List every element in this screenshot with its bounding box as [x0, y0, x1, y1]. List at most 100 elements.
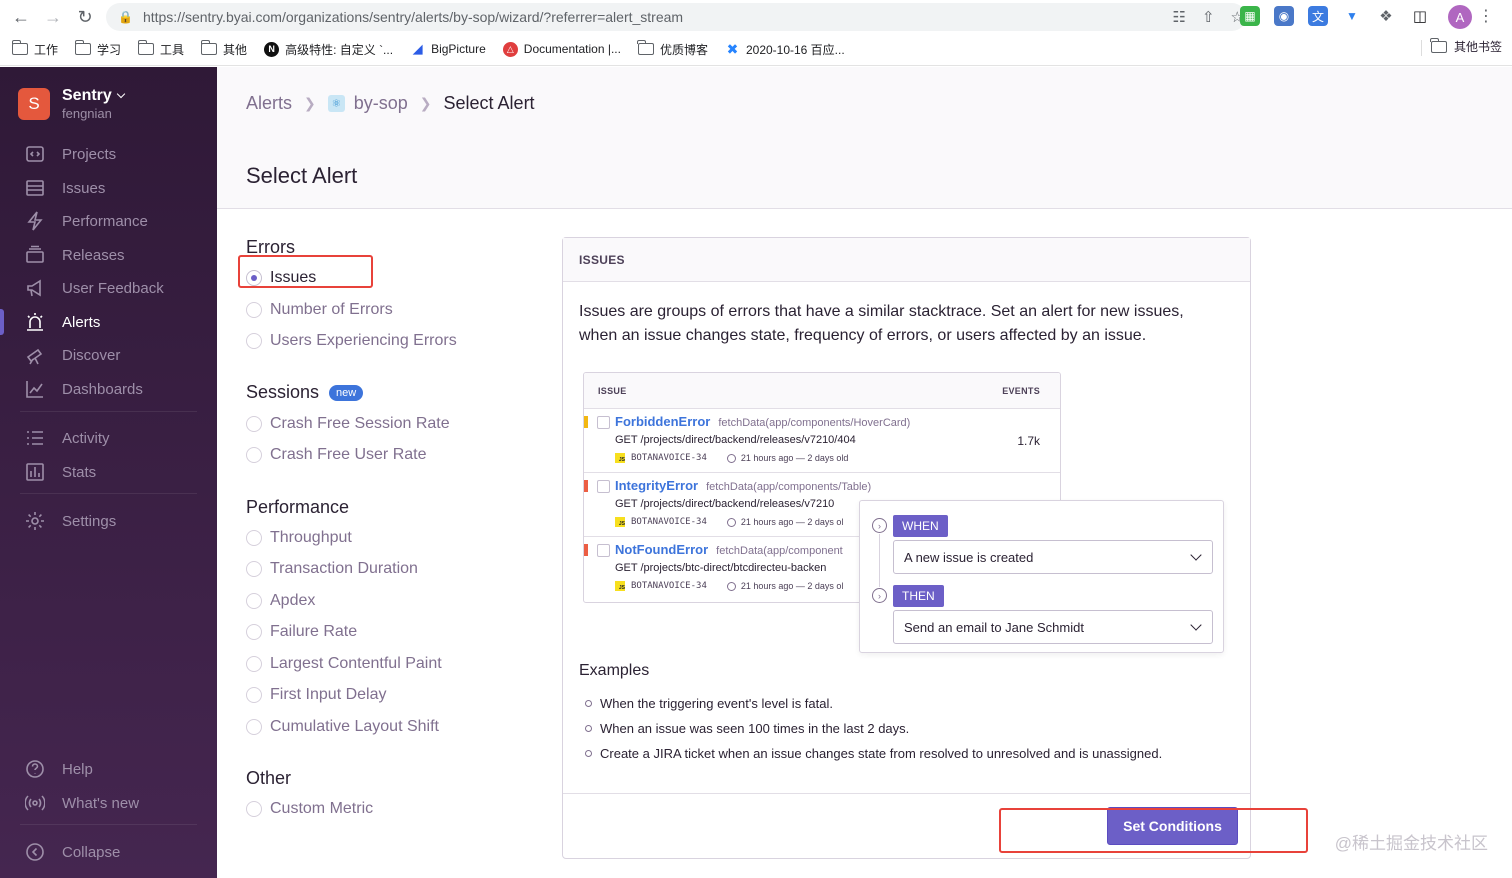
radio-first-input-delay[interactable]: First Input Delay — [246, 686, 386, 704]
sidebar-item-activity[interactable]: Activity — [0, 421, 217, 455]
list-item: Create a JIRA ticket when an issue chang… — [585, 741, 1162, 766]
chrome-menu-icon[interactable]: ⋮ — [1478, 6, 1494, 26]
collapse-icon — [24, 841, 46, 863]
issue-age: 21 hours ago — 2 days ol — [740, 581, 844, 591]
row-checkbox — [597, 480, 610, 493]
org-avatar: S — [18, 88, 50, 120]
breadcrumb-current: Select Alert — [443, 93, 535, 113]
sidebar-whats-new[interactable]: What's new — [0, 786, 217, 820]
url-host: https://sentry.byai.com — [142, 9, 282, 25]
lock-icon: 🔒 — [118, 10, 133, 24]
sidebar-item-dashboards[interactable]: Dashboards — [0, 372, 217, 406]
bookmark-item[interactable]: ✖ 2020-10-16 百应... — [724, 41, 845, 58]
address-bar[interactable]: 🔒 https://sentry.byai.com /organizations… — [106, 3, 1246, 31]
siren-icon — [24, 311, 46, 333]
sidebar-item-releases[interactable]: Releases — [0, 238, 217, 272]
extension-globe-icon[interactable]: ◉ — [1274, 6, 1294, 26]
profile-avatar[interactable]: A — [1448, 5, 1472, 29]
radio-dot — [246, 530, 262, 546]
issue-culprit: fetchData(app/components/HoverCard) — [718, 417, 911, 429]
extension-download-icon[interactable]: ▼ — [1342, 6, 1362, 26]
page-header: Alerts ❯ ⚛ by-sop ❯ Select Alert Select … — [217, 67, 1512, 209]
radio-crash-free-session-rate[interactable]: Crash Free Session Rate — [246, 415, 450, 433]
level-indicator — [584, 544, 588, 556]
issues-icon — [24, 177, 46, 199]
help-icon — [24, 758, 46, 780]
issue-age: 21 hours ago — 2 days ol — [740, 517, 844, 527]
javascript-icon: JS — [615, 581, 625, 591]
radio-failure-rate[interactable]: Failure Rate — [246, 623, 357, 641]
bookmark-item[interactable]: N 高级特性: 自定义 `... — [264, 41, 393, 58]
radio-apdex[interactable]: Apdex — [246, 592, 315, 610]
bookmark-item[interactable]: ◢ BigPicture — [410, 41, 486, 57]
radio-custom-metric[interactable]: Custom Metric — [246, 800, 373, 818]
sidebar-item-settings[interactable]: Settings — [0, 504, 217, 538]
url-path: /organizations/sentry/alerts/by-sop/wiza… — [281, 9, 684, 25]
sidebar-item-projects[interactable]: Projects — [0, 137, 217, 171]
issue-path: GET /projects/direct/backend/releases/v7… — [615, 434, 856, 446]
radio-crash-free-user-rate[interactable]: Crash Free User Rate — [246, 446, 427, 464]
bookmark-item[interactable]: △ Documentation |... — [502, 41, 621, 57]
telescope-icon — [24, 344, 46, 366]
sidebar-collapse[interactable]: Collapse — [0, 835, 217, 869]
sentry-doc-icon: △ — [502, 41, 518, 57]
breadcrumb-project[interactable]: by-sop — [354, 93, 408, 114]
sidepanel-icon[interactable]: ◫ — [1410, 6, 1430, 26]
sidebar-item-user-feedback[interactable]: User Feedback — [0, 271, 217, 305]
folder-icon — [1430, 37, 1447, 53]
bookmark-item[interactable]: 学习 — [74, 40, 121, 58]
sidebar-item-performance[interactable]: Performance — [0, 204, 217, 238]
main-content: Alerts ❯ ⚛ by-sop ❯ Select Alert Select … — [217, 67, 1512, 878]
example-rule-card: › WHEN A new issue is created › THEN Sen… — [859, 500, 1224, 653]
translate-icon[interactable]: ☷ — [1173, 8, 1186, 26]
issue-events: 1.7k — [1017, 434, 1040, 448]
issue-name: IntegrityError — [615, 478, 699, 493]
radio-number-of-errors[interactable]: Number of Errors — [246, 301, 393, 319]
sidebar-item-stats[interactable]: Stats — [0, 455, 217, 489]
bookmark-item[interactable]: 工具 — [137, 40, 184, 58]
bookmark-item[interactable]: 工作 — [11, 40, 58, 58]
row-checkbox — [597, 544, 610, 557]
folder-icon — [200, 40, 218, 55]
bookmark-item[interactable]: 其他 — [200, 40, 247, 58]
extension-translate-icon[interactable]: 文 — [1308, 6, 1328, 26]
extensions-puzzle-icon[interactable]: ❖ — [1376, 6, 1396, 26]
then-select: Send an email to Jane Schmidt — [893, 610, 1213, 644]
bar-chart-icon — [24, 461, 46, 483]
reload-icon[interactable]: ↻ — [74, 6, 96, 28]
sidebar-help[interactable]: Help — [0, 752, 217, 786]
radio-cumulative-layout-shift[interactable]: Cumulative Layout Shift — [246, 718, 439, 736]
forward-arrow-icon[interactable]: → — [42, 6, 64, 28]
folder-icon — [637, 40, 654, 55]
issue-culprit: fetchData(app/components/Table) — [706, 481, 872, 493]
new-badge: new — [329, 384, 364, 401]
radio-users-experiencing-errors[interactable]: Users Experiencing Errors — [246, 332, 457, 350]
sidebar-item-issues[interactable]: Issues — [0, 171, 217, 205]
other-bookmarks[interactable]: 其他书签 — [1430, 37, 1502, 55]
sidebar-item-alerts[interactable]: Alerts — [0, 305, 217, 339]
sidebar-item-discover[interactable]: Discover — [0, 338, 217, 372]
column-header-events: EVENTS — [1002, 385, 1040, 396]
back-arrow-icon[interactable]: ← — [10, 6, 32, 28]
radio-largest-contentful-paint[interactable]: Largest Contentful Paint — [246, 655, 442, 673]
javascript-icon: JS — [615, 517, 625, 527]
when-select: A new issue is created — [893, 540, 1213, 574]
radio-throughput[interactable]: Throughput — [246, 529, 352, 547]
graph-icon — [24, 378, 46, 400]
panel-footer-divider — [563, 793, 1250, 794]
then-step-icon: › — [872, 588, 887, 603]
issue-short-id: BOTANAVOICE-34 — [631, 517, 707, 527]
breadcrumb-alerts[interactable]: Alerts — [246, 93, 292, 114]
folder-icon — [11, 40, 28, 55]
when-label: WHEN — [893, 515, 948, 537]
share-icon[interactable]: ⇧ — [1202, 8, 1215, 26]
org-switcher[interactable]: S Sentry fengnian — [18, 87, 126, 121]
radio-dot — [246, 656, 262, 672]
notion-icon: N — [264, 41, 280, 57]
radio-dot — [246, 624, 262, 640]
sidebar: S Sentry fengnian Projects Issues Perfor… — [0, 67, 217, 878]
clock-icon — [726, 517, 736, 527]
extension-qr-icon[interactable]: ▦ — [1240, 6, 1260, 26]
bookmark-item[interactable]: 优质博客 — [637, 40, 708, 58]
radio-transaction-duration[interactable]: Transaction Duration — [246, 560, 418, 578]
